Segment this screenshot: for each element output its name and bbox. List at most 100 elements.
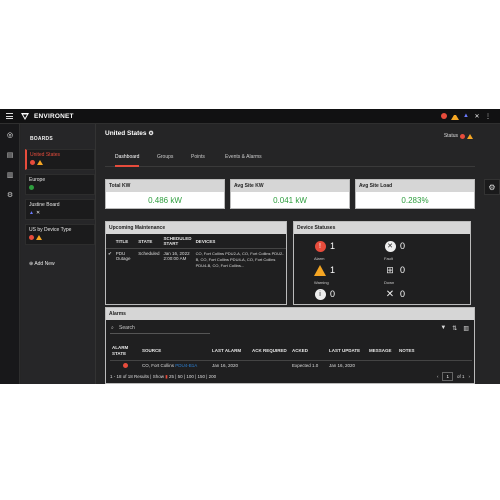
table-row[interactable]: CO, Fort Collins PDU4-B1A Jan 16, 2020 E…: [110, 359, 472, 371]
status-label: Alarm: [314, 256, 325, 261]
kpi-value: 0.041 kW: [273, 196, 307, 205]
settings-gear-icon[interactable]: ⚙: [148, 131, 153, 137]
warning-status-icon[interactable]: [451, 112, 459, 120]
prev-page-icon[interactable]: ‹: [437, 374, 439, 379]
status-indicator: Status: [444, 133, 473, 139]
search-placeholder: Search: [119, 325, 135, 331]
alarm-icon: [29, 235, 34, 240]
col-devices[interactable]: DEVICES: [193, 234, 286, 249]
page-size-options[interactable]: 25 | 50 | 100 | 150 | 200: [169, 374, 216, 379]
board-justine[interactable]: Justine Board ▲ ✕: [25, 199, 95, 220]
tab-dashboard[interactable]: Dashboard: [115, 154, 140, 167]
alarms-panel: Alarms ⌕ Search ▼ ⇅ ▥ ALARM STATE SOURCE…: [105, 307, 475, 384]
tab-groups[interactable]: Groups: [157, 154, 173, 165]
tools-icon: ✕: [385, 288, 395, 300]
col-last-update[interactable]: LAST UPDATE: [327, 342, 367, 361]
more-icon[interactable]: ⋮: [484, 112, 492, 120]
next-page-icon[interactable]: ›: [469, 374, 471, 379]
page-size-current[interactable]: ▮: [165, 374, 167, 379]
kpi-label: Total KW: [106, 180, 224, 192]
col-alarm-state[interactable]: ALARM STATE: [110, 342, 140, 361]
search-input[interactable]: ⌕ Search: [110, 325, 210, 334]
tab-points[interactable]: Points: [191, 154, 205, 165]
kpi-avg-site-kw: Avg Site KW 0.041 kW: [230, 179, 350, 209]
alarm-last-alarm: Jan 16, 2020: [210, 359, 250, 371]
pagination: 1 - 18 of 18 Results | Show ▮ 25 | 50 | …: [110, 372, 471, 381]
alarm-acked[interactable]: Expected 1.0: [290, 359, 327, 371]
alarms-table: ALARM STATE SOURCE LAST ALARM ACK REQUIR…: [110, 342, 472, 371]
check-icon: ✔: [106, 248, 114, 271]
maintenance-count[interactable]: ✕ 0: [384, 288, 405, 300]
maintenance-devices[interactable]: CO, Fort Collins PDU2-A, CO, Fort Collin…: [193, 248, 286, 271]
warning-icon: [37, 160, 43, 165]
fault-icon: ✕: [384, 240, 396, 252]
settings-nav-icon[interactable]: ⚙: [5, 190, 15, 200]
col-scheduled-start[interactable]: SCHEDULED START: [161, 234, 194, 249]
board-united-states[interactable]: United States: [25, 149, 95, 170]
top-bar: ENVIRONET ▲ ✕ ⋮: [0, 109, 500, 124]
alarm-last-update: Jan 16, 2020: [327, 359, 367, 371]
col-notes[interactable]: NOTES: [397, 342, 472, 361]
alarm-toolbar: ▼ ⇅ ▥: [440, 325, 469, 332]
dashboard-nav-icon[interactable]: ◎: [5, 130, 15, 140]
filter-icon[interactable]: ▼: [440, 325, 446, 332]
board-europe[interactable]: Europe: [25, 174, 95, 195]
board-us-by-device-type[interactable]: US by Device Type: [25, 224, 95, 245]
col-last-alarm[interactable]: LAST ALARM: [210, 342, 250, 361]
info-count[interactable]: i 0: [314, 288, 335, 300]
col-state[interactable]: STATE: [136, 234, 162, 249]
alarm-source-link[interactable]: PDU4-B1A: [175, 363, 197, 368]
page-title-text: United States: [105, 130, 147, 137]
alarm-icon: [460, 133, 465, 139]
devices-nav-icon[interactable]: ▥: [5, 170, 15, 180]
page-of-text: of 1: [456, 374, 465, 379]
tab-events-alarms[interactable]: Events & Alarms: [225, 154, 262, 165]
alarm-count[interactable]: ! 1: [314, 240, 335, 252]
tools-status-icon[interactable]: ✕: [473, 112, 481, 120]
columns-icon[interactable]: ▥: [463, 325, 469, 332]
down-count[interactable]: ⊞ 0: [384, 264, 405, 276]
table-row[interactable]: ✔ PDU Outage Scheduled Jan 16, 2022 2:00…: [106, 248, 286, 271]
maintenance-status-icon[interactable]: ▲: [462, 112, 470, 120]
col-title[interactable]: TITLE: [113, 234, 137, 249]
main-content: United States ⚙ Status Dashboard Groups …: [97, 124, 483, 384]
panel-title: Upcoming Maintenance: [106, 222, 286, 234]
left-rail: ◎ ▤ ▥ ⚙: [0, 124, 20, 384]
maintenance-title-link[interactable]: PDU Outage: [113, 248, 137, 271]
page-number-input[interactable]: 1: [442, 372, 453, 381]
panel-title: Alarms: [106, 308, 474, 320]
floating-settings-icon[interactable]: ⚙: [484, 179, 500, 195]
kpi-value: 0.283%: [401, 196, 429, 205]
col-source[interactable]: SOURCE: [140, 342, 210, 361]
warning-count[interactable]: 1: [314, 264, 335, 276]
reports-nav-icon[interactable]: ▤: [5, 150, 15, 160]
status-count: 1: [330, 241, 336, 251]
device-statuses-panel: Device Statuses ! 1 Alarm ✕ 0 Fault 1 Wa…: [293, 221, 471, 305]
col-message[interactable]: MESSAGE: [367, 342, 397, 361]
alarm-source: CO, Fort Collins: [142, 363, 175, 368]
maintenance-state: Scheduled: [136, 248, 162, 271]
kpi-label: Avg Site Load: [356, 180, 474, 192]
status-count: 0: [400, 265, 406, 275]
status-label: Down: [384, 280, 395, 285]
board-label: United States: [30, 152, 61, 158]
status-label: Warning: [314, 280, 329, 285]
warning-icon: [467, 133, 473, 139]
info-icon: i: [314, 288, 326, 300]
alarm-status-icon[interactable]: [440, 112, 448, 120]
results-text: 1 - 18 of 18 Results | Show: [110, 374, 164, 379]
maintenance-start: Jan 16, 2022 2:00:00 AM: [161, 248, 194, 271]
brand-logo-icon: [21, 113, 29, 120]
fault-count[interactable]: ✕ 0: [384, 240, 405, 252]
tab-bar: Dashboard Groups Points Events & Alarms: [105, 149, 475, 167]
col-ack-required[interactable]: ACK REQUIRED: [250, 342, 290, 361]
add-new-board-button[interactable]: ⊕ Add New: [29, 261, 55, 267]
maintenance-table: TITLE STATE SCHEDULED START DEVICES ✔ PD…: [106, 234, 286, 271]
board-label: Europe: [29, 177, 46, 183]
status-label: Fault: [384, 256, 393, 261]
sort-icon[interactable]: ⇅: [452, 325, 457, 332]
alarm-icon: [30, 160, 35, 165]
app-window: ENVIRONET ▲ ✕ ⋮ ◎ ▤ ▥ ⚙ BOARDS United St…: [0, 109, 500, 384]
hamburger-menu-icon[interactable]: [6, 113, 13, 119]
col-acked[interactable]: ACKED: [290, 342, 327, 361]
